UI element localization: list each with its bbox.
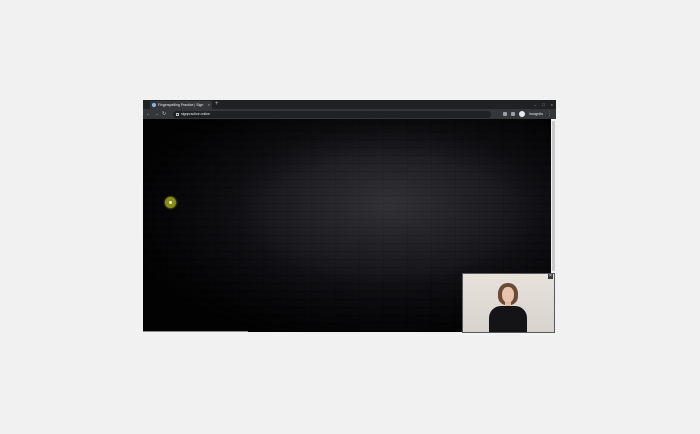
mouse-cursor-icon — [169, 201, 172, 204]
browser-toolbar: ← → ↻ signpractice.online Incognito ⋮ — [143, 109, 556, 119]
window-controls: – □ × — [534, 101, 553, 108]
profile-avatar-icon[interactable] — [518, 111, 525, 117]
kebab-menu-icon[interactable]: ⋮ — [547, 110, 552, 118]
address-bar[interactable]: signpractice.online — [173, 110, 491, 118]
toolbar-right-group: Incognito ⋮ — [502, 110, 552, 118]
webcam-close-icon[interactable]: × — [548, 274, 553, 279]
forward-arrow-icon[interactable]: → — [154, 110, 159, 118]
reload-icon[interactable]: ↻ — [162, 110, 166, 118]
back-arrow-icon[interactable]: ← — [146, 110, 151, 118]
presenter-body — [489, 306, 527, 332]
tab-favicon-icon — [152, 103, 156, 107]
bottom-divider — [143, 331, 248, 332]
url-text[interactable]: signpractice.online — [181, 111, 210, 118]
profile-label[interactable]: Incognito — [529, 112, 543, 116]
lock-icon — [176, 112, 179, 116]
minimize-button[interactable]: – — [534, 101, 536, 108]
tab-title: Fingerspelling Practice | Sign — [158, 103, 204, 107]
browser-titlebar: Fingerspelling Practice | Sign × + – □ × — [143, 100, 556, 109]
close-window-button[interactable]: × — [551, 101, 553, 108]
maximize-button[interactable]: □ — [542, 101, 544, 108]
scrollbar-thumb[interactable] — [552, 121, 555, 271]
extension-icon[interactable] — [510, 112, 515, 116]
presenter-face — [502, 287, 514, 303]
browser-tab[interactable]: Fingerspelling Practice | Sign × — [150, 101, 212, 109]
webcam-overlay[interactable]: × — [462, 273, 555, 333]
cursor-highlight — [165, 197, 176, 208]
screen-recording-stage: Fingerspelling Practice | Sign × + – □ ×… — [0, 0, 700, 434]
new-tab-button[interactable]: + — [215, 101, 219, 108]
tab-close-icon[interactable]: × — [208, 101, 210, 109]
extension-icon[interactable] — [502, 112, 507, 116]
